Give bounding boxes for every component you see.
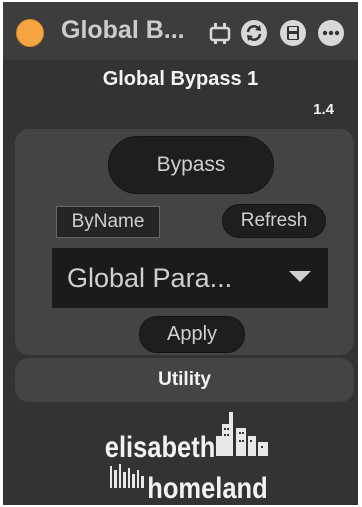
power-toggle[interactable]	[16, 19, 44, 47]
dropdown-arrow-icon	[289, 271, 311, 282]
parameter-dropdown[interactable]: Global Para...	[52, 248, 328, 308]
title-bar: Global B...	[3, 2, 358, 60]
svg-text:homeland: homeland	[147, 471, 267, 504]
more-icon[interactable]	[317, 19, 345, 47]
utility-label: Utility	[158, 369, 211, 390]
refresh-button[interactable]: Refresh	[222, 204, 326, 238]
svg-text:elisabeth: elisabeth	[105, 430, 215, 463]
sync-icon[interactable]	[240, 19, 268, 47]
version-label: 1.4	[313, 101, 334, 118]
byname-toggle[interactable]: ByName	[56, 206, 160, 238]
bridge-icon[interactable]	[206, 19, 234, 47]
dropdown-value: Global Para...	[67, 262, 233, 293]
brand-logo: elisabeth homeland	[98, 410, 278, 504]
apply-button[interactable]: Apply	[139, 316, 245, 353]
bypass-button[interactable]: Bypass	[108, 136, 274, 194]
device-window: Global B... Global Bypass 1 1.4 Bypass B…	[3, 2, 358, 505]
device-name: Global Bypass 1	[102, 68, 259, 90]
utility-section[interactable]: Utility	[15, 358, 354, 402]
device-title: Global B...	[61, 16, 185, 44]
save-icon[interactable]	[279, 19, 307, 47]
